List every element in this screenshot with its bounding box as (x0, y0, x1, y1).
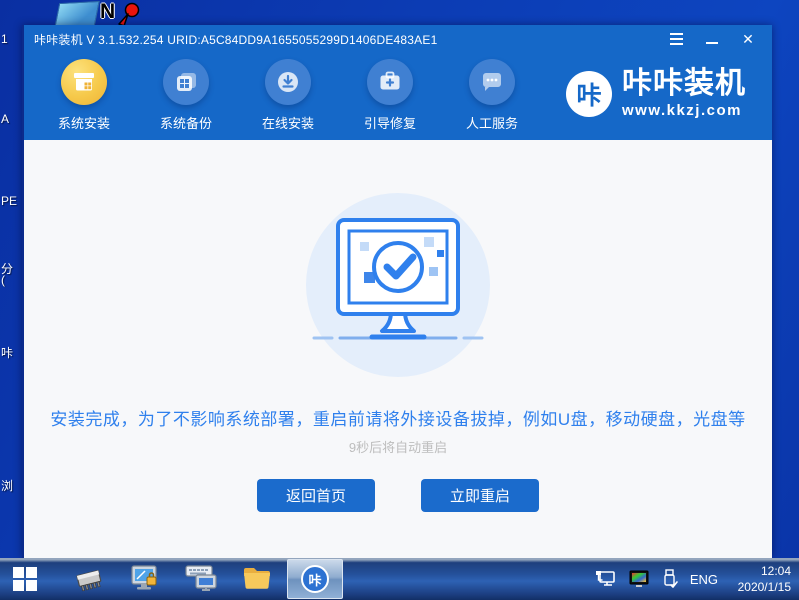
usb-icon[interactable] (661, 569, 679, 589)
nav-item-system-backup[interactable]: 系统备份 (136, 59, 236, 140)
desktop-n-key-icon[interactable]: N (100, 0, 140, 27)
minimize-icon[interactable] (704, 31, 720, 47)
window-title: 咔咔装机 V 3.1.532.254 URID:A5C84DD9A1655055… (34, 31, 437, 48)
display-color-icon[interactable] (628, 569, 650, 589)
restart-button[interactable]: 立即重启 (421, 479, 539, 512)
monitor-check-icon (308, 210, 488, 360)
desktop-display-icon[interactable] (54, 1, 99, 28)
success-illustration (306, 193, 490, 377)
desktop-icon-label: 1 (1, 32, 22, 46)
button-row: 返回首页 立即重启 (257, 479, 539, 512)
window-controls: ✕ (668, 31, 762, 47)
countdown-text: 9秒后将自动重启 (349, 437, 447, 456)
taskbar-keyboard-icon[interactable] (184, 562, 218, 596)
kaka-app-icon: 咔 (301, 565, 329, 593)
taskbar-kaka-app-button[interactable]: 咔 (287, 559, 343, 599)
language-indicator[interactable]: ENG (690, 572, 718, 587)
home-button[interactable]: 返回首页 (257, 479, 375, 512)
taskbar-folder-icon[interactable] (240, 562, 274, 596)
download-icon (265, 59, 311, 105)
nav-item-human-service[interactable]: 人工服务 (442, 59, 542, 140)
desktop-icon-label: A (1, 112, 22, 126)
toolbox-icon (367, 59, 413, 105)
brand-badge-icon: 咔 (566, 71, 612, 117)
taskbar-screen-lock-icon[interactable] (128, 562, 162, 596)
close-icon[interactable]: ✕ (740, 31, 756, 47)
menu-icon[interactable] (668, 31, 684, 47)
nav-label: 引导修复 (364, 113, 416, 132)
nav-item-system-install[interactable]: 系统安装 (34, 59, 134, 140)
screen: N 1 A PE 分 ( 咔 浏 咔咔装机 V 3.1.532.254 URID… (0, 0, 799, 600)
taskbar: 咔 (0, 558, 799, 600)
kaka-installer-window: 咔咔装机 V 3.1.532.254 URID:A5C84DD9A1655055… (22, 25, 772, 558)
nav-item-boot-repair[interactable]: 引导修复 (340, 59, 440, 140)
chat-icon (469, 59, 515, 105)
desktop-icon-label: 浏 (1, 477, 22, 494)
clock-date: 2020/1/15 (729, 579, 791, 595)
desktop-icon-label: 咔 (1, 344, 22, 361)
system-tray: ENG 12:04 2020/1/15 (595, 563, 799, 595)
install-box-icon (61, 59, 107, 105)
clock[interactable]: 12:04 2020/1/15 (729, 563, 791, 595)
clock-time: 12:04 (729, 563, 791, 579)
nav-label: 系统安装 (58, 113, 110, 132)
desktop-icon-label: PE (1, 194, 22, 208)
taskbar-chip-icon[interactable] (72, 562, 106, 596)
brand-logo: 咔 咔咔装机 www.kkzj.com (566, 69, 746, 119)
nav-label: 在线安装 (262, 113, 314, 132)
brand-text: 咔咔装机 www.kkzj.com (622, 69, 746, 119)
network-icon[interactable] (595, 569, 617, 589)
brand-site: www.kkzj.com (622, 102, 746, 119)
start-button[interactable] (0, 558, 50, 600)
nav-label: 系统备份 (160, 113, 212, 132)
brand-name: 咔咔装机 (622, 69, 746, 99)
titlebar[interactable]: 咔咔装机 V 3.1.532.254 URID:A5C84DD9A1655055… (24, 25, 772, 53)
navbar: 系统安装 系统备份 (24, 53, 772, 140)
completion-message: 安装完成，为了不影响系统部署，重启前请将外接设备拔掉，例如U盘，移动硬盘，光盘等 (50, 405, 745, 430)
windows-logo-icon (12, 566, 38, 592)
nav-item-online-install[interactable]: 在线安装 (238, 59, 338, 140)
nav-label: 人工服务 (466, 113, 518, 132)
windows-backup-icon (163, 59, 209, 105)
content-area: 安装完成，为了不影响系统部署，重启前请将外接设备拔掉，例如U盘，移动硬盘，光盘等… (24, 140, 772, 558)
desktop-icon-label: ( (1, 273, 22, 287)
